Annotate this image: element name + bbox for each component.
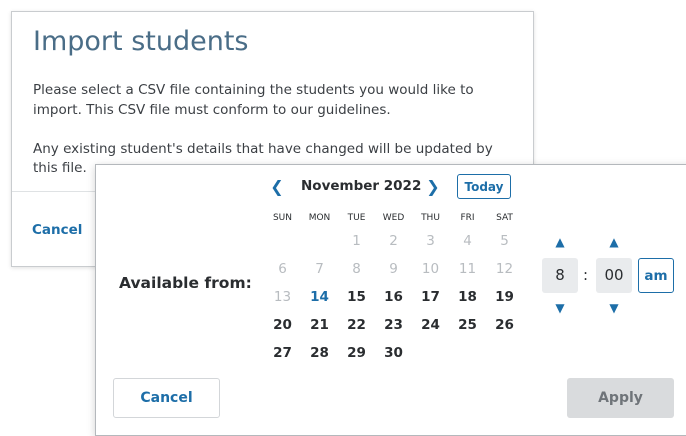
chevron-down-icon: ▼ [609,301,619,315]
weekday-label: SAT [496,213,513,223]
weekday-label: THU [421,213,440,223]
calendar-day[interactable]: 24 [412,311,449,339]
chevron-right-icon: ❯ [426,177,440,196]
minute-field[interactable]: 00 [596,258,632,293]
calendar-day-disabled: 1 [352,233,361,249]
calendar-week: 13 14 15 16 17 18 19 [264,283,523,311]
weekday-label: SUN [272,213,293,223]
calendar-day[interactable]: 25 [449,311,486,339]
weekday-label: MON [308,213,331,223]
minute-decrement-button[interactable]: ▼ [603,301,625,315]
calendar-day-disabled: 7 [315,261,324,277]
calendar-week: 20 21 22 23 24 25 26 [264,311,523,339]
calendar-week: 1 2 3 4 5 [264,227,523,255]
calendar-day-disabled: 13 [273,289,292,305]
chevron-down-icon: ▼ [555,301,565,315]
weekday-header: SUN MON TUE WED THU FRI SAT [264,210,523,227]
dialog-description: Please select a CSV file containing the … [33,82,474,118]
calendar-day[interactable]: 22 [338,311,375,339]
time-separator: : [583,266,589,284]
month-year-label: November 2022 [301,178,422,194]
hour-decrement-button[interactable]: ▼ [549,301,571,315]
calendar-grid: SUN MON TUE WED THU FRI SAT 1 2 3 4 5 6 … [264,210,523,367]
calendar-day[interactable]: 16 [375,283,412,311]
next-month-button[interactable]: ❯ [425,178,441,196]
picker-cancel-button[interactable]: Cancel [113,378,220,418]
calendar-day[interactable]: 23 [375,311,412,339]
chevron-left-icon: ❮ [270,177,284,196]
calendar-day-disabled: 11 [458,261,477,277]
today-button[interactable]: Today [457,174,511,199]
calendar-day[interactable]: 27 [264,339,301,367]
calendar-week: 6 7 8 9 10 11 12 [264,255,523,283]
calendar-day[interactable]: 15 [338,283,375,311]
chevron-up-icon: ▲ [609,235,619,249]
minute-increment-button[interactable]: ▲ [603,235,625,249]
calendar-day-disabled: 12 [495,261,514,277]
calendar-day-disabled: 4 [463,233,472,249]
import-cancel-button[interactable]: Cancel [32,222,82,238]
hour-field[interactable]: 8 [542,258,578,293]
calendar-day[interactable]: 21 [301,311,338,339]
calendar-week: 27 28 29 30 [264,339,523,367]
calendar-day-disabled: 5 [500,233,509,249]
calendar-day[interactable]: 19 [486,283,523,311]
calendar-day-disabled: 2 [389,233,398,249]
calendar-day-disabled: 8 [352,261,361,277]
weekday-label: TUE [347,213,366,223]
weekday-label: FRI [460,213,475,223]
calendar-day[interactable]: 17 [412,283,449,311]
calendar-day[interactable]: 18 [449,283,486,311]
calendar-day[interactable]: 26 [486,311,523,339]
calendar-day[interactable]: 30 [375,339,412,367]
calendar-day[interactable]: 29 [338,339,375,367]
date-time-picker: Available from: ❮ November 2022 ❯ Today … [95,164,686,436]
chevron-up-icon: ▲ [555,235,565,249]
prev-month-button[interactable]: ❮ [269,178,285,196]
calendar-day-disabled: 10 [421,261,440,277]
calendar-day-disabled: 3 [426,233,435,249]
calendar-day[interactable]: 28 [301,339,338,367]
calendar-day-today[interactable]: 14 [301,283,338,311]
calendar-day-disabled: 6 [278,261,287,277]
available-from-label: Available from: [119,274,252,292]
dialog-title: Import students [33,26,249,57]
calendar-day-disabled: 9 [389,261,398,277]
apply-button: Apply [567,378,674,418]
am-pm-toggle[interactable]: am [638,258,674,293]
calendar-day[interactable]: 20 [264,311,301,339]
hour-increment-button[interactable]: ▲ [549,235,571,249]
weekday-label: WED [382,213,405,223]
